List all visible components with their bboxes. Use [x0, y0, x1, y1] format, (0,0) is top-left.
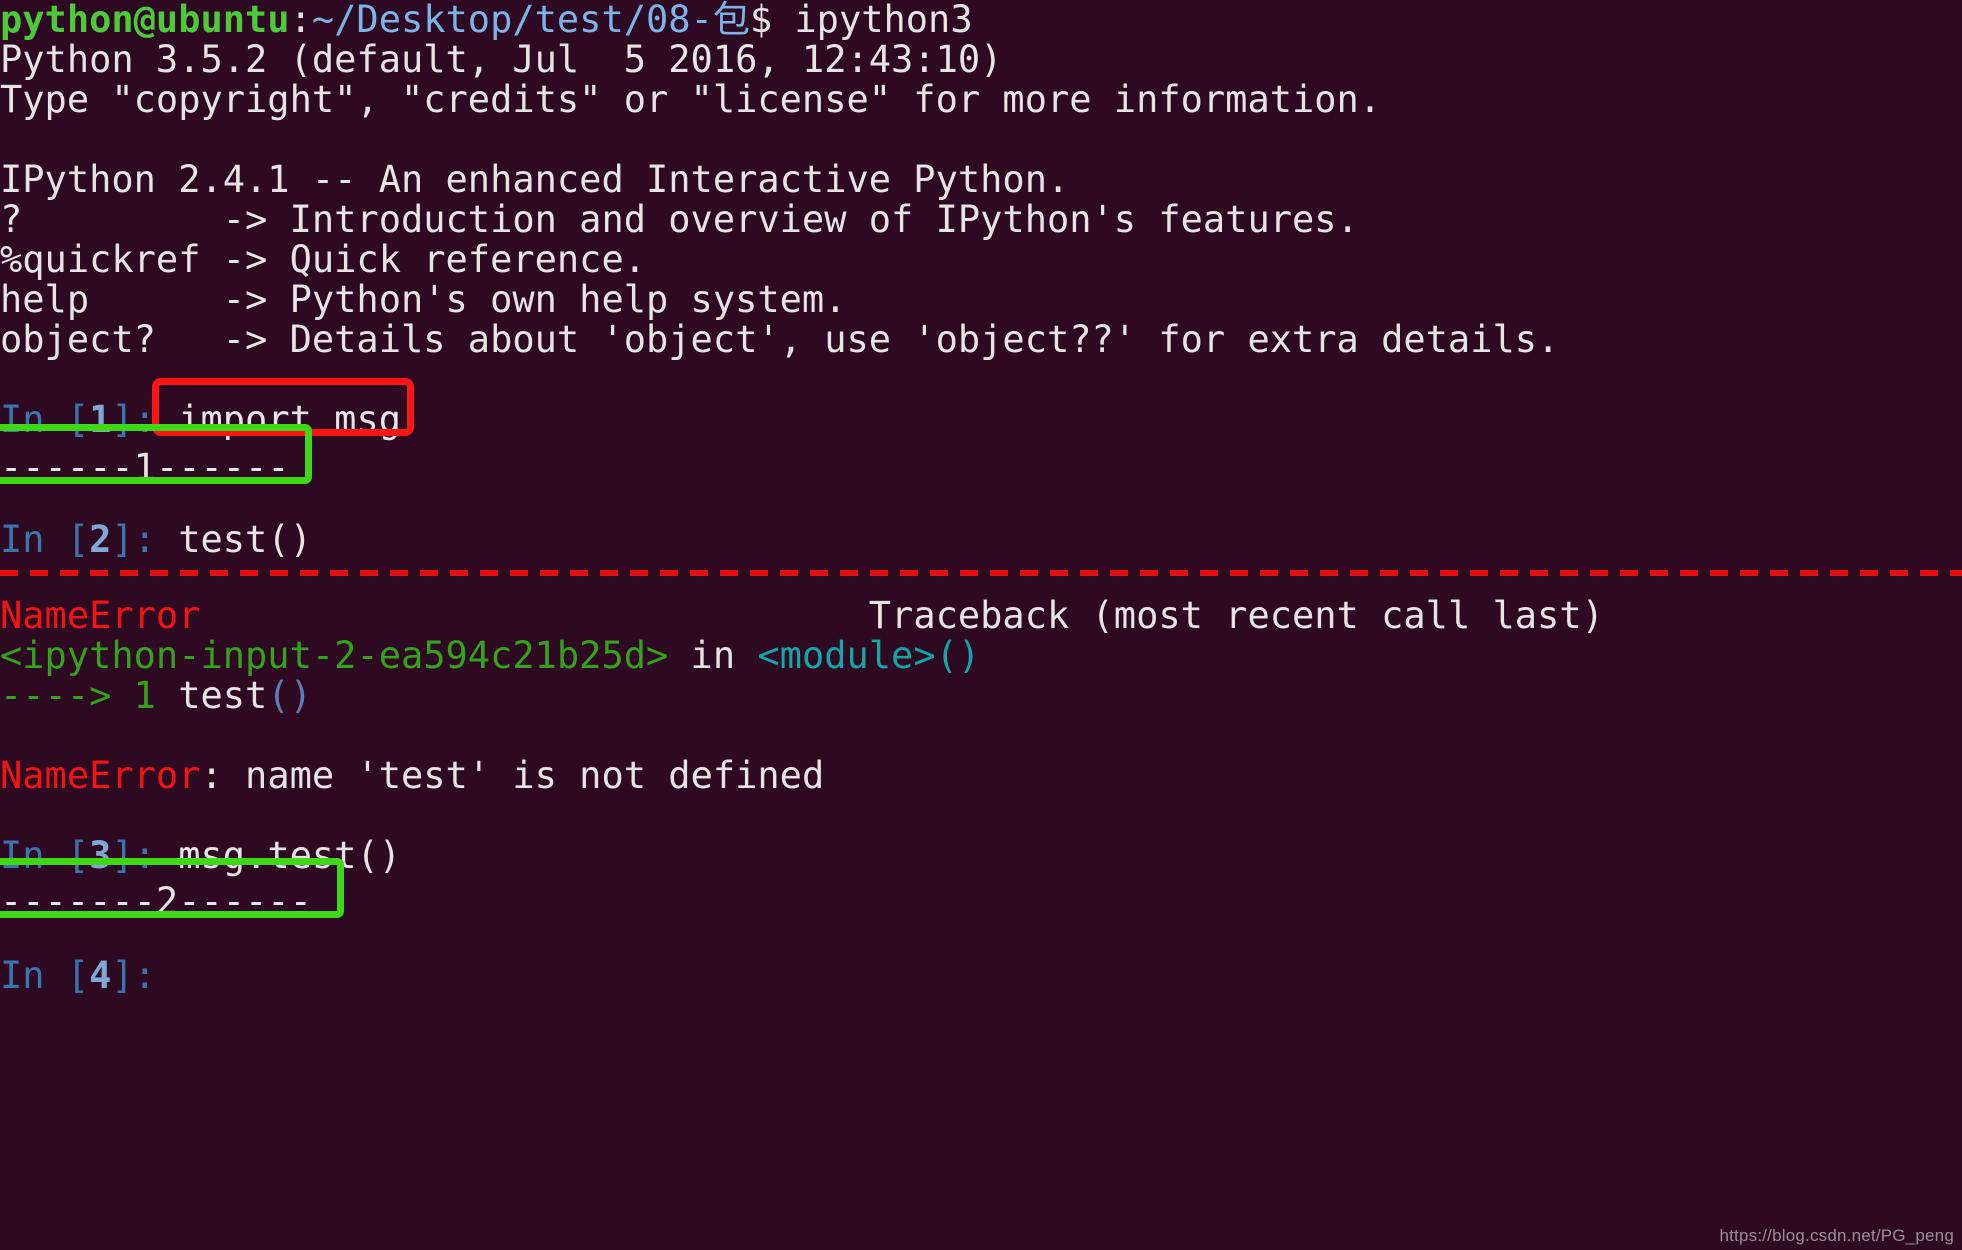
- banner-line-object: object? -> Details about 'object', use '…: [0, 318, 1560, 361]
- traceback-location-file: <ipython-input-2-ea594c21b25d>: [0, 634, 669, 677]
- traceback-arrow-code: test: [178, 674, 268, 717]
- cell-3-input-line[interactable]: In [3]: msg.test(): [0, 836, 401, 876]
- watermark-url: https://blog.csdn.net/PG_peng: [1719, 1226, 1954, 1245]
- cell-1-input-line[interactable]: In [1]: import msg: [0, 400, 401, 440]
- shell-colon: :: [289, 0, 312, 41]
- cell-2-input-text[interactable]: test(): [156, 518, 312, 561]
- cell-2-input-value: test(): [178, 518, 312, 561]
- traceback-header-right: Traceback (most recent call last): [868, 594, 1604, 637]
- traceback-header-line: NameError Traceback (most recent call la…: [0, 596, 1604, 636]
- cell-2-prompt-number: 2: [89, 518, 112, 561]
- cell-3-input-value: msg.test(): [178, 834, 401, 877]
- shell-path: ~/Desktop/test/08-包: [311, 0, 750, 41]
- cell-2-prompt-in: In: [0, 518, 67, 561]
- cell-1-prompt-in: In: [0, 398, 67, 441]
- traceback-message-text: name 'test' is not defined: [245, 754, 825, 797]
- cell-4-prompt-in: In: [0, 954, 67, 997]
- banner-line-ipython-version: IPython 2.4.1 -- An enhanced Interactive…: [0, 158, 1070, 201]
- traceback-location-scope-parens: (): [935, 634, 981, 677]
- banner-line-quickref: %quickref -> Quick reference.: [0, 238, 647, 281]
- cell-3-input-text[interactable]: msg.test(): [156, 834, 401, 877]
- cell-3-prompt-in: In: [0, 834, 67, 877]
- traceback-message-label: NameError: [0, 754, 201, 797]
- cell-1-output-line: ------1------: [0, 446, 290, 489]
- shell-dollar: $: [749, 0, 773, 41]
- traceback-arrow-parens: (): [267, 674, 312, 717]
- cell-3-prompt-close: ]:: [111, 834, 156, 877]
- shell-command: ipython3: [772, 0, 973, 41]
- cell-4-prompt-number: 4: [89, 954, 112, 997]
- banner-line-python-version: Python 3.5.2 (default, Jul 5 2016, 12:43…: [0, 38, 1003, 81]
- cell-4-input-line[interactable]: In [4]:: [0, 956, 156, 996]
- cell-3-prompt-number: 3: [89, 834, 112, 877]
- banner-line-copyright: Type "copyright", "credits" or "license"…: [0, 78, 1382, 121]
- traceback-location-in: in: [668, 634, 758, 677]
- banner-line-help: help -> Python's own help system.: [0, 278, 847, 321]
- traceback-message-colon: :: [200, 754, 246, 797]
- shell-user-host: python@ubuntu: [0, 0, 290, 41]
- traceback-arrow-line: ----> 1 test(): [0, 676, 312, 716]
- cell-2-prompt-close: ]:: [111, 518, 156, 561]
- cell-4-prompt-close: ]:: [111, 954, 156, 997]
- cell-2-prompt-open: [: [66, 518, 90, 561]
- terminal-window[interactable]: python@ubuntu:~/Desktop/test/08-包$ ipyth…: [0, 0, 1962, 1250]
- traceback-separator: [0, 570, 1962, 576]
- traceback-arrow-marker: ----> 1: [0, 674, 179, 717]
- cell-1-prompt-open: [: [66, 398, 90, 441]
- traceback-blank-line: [0, 716, 22, 756]
- cell-1-prompt-number: 1: [89, 398, 112, 441]
- cell-3-prompt-open: [: [66, 834, 90, 877]
- traceback-message-line: NameError: name 'test' is not defined: [0, 756, 824, 796]
- cell-1-prompt-close: ]:: [111, 398, 156, 441]
- traceback-location-scope: <module>: [757, 634, 936, 677]
- traceback-exception-name: NameError: [0, 594, 201, 637]
- shell-prompt-line: python@ubuntu:~/Desktop/test/08-包$ ipyth…: [0, 0, 973, 40]
- traceback-location-line: <ipython-input-2-ea594c21b25d> in <modul…: [0, 636, 980, 676]
- cell-3-output-line: -------2------: [0, 880, 312, 923]
- cell-2-input-line[interactable]: In [2]: test(): [0, 520, 312, 560]
- cell-1-input-text[interactable]: import msg: [156, 398, 401, 441]
- cell-1-input-value: import msg: [178, 398, 401, 441]
- cell-4-prompt-open: [: [66, 954, 90, 997]
- banner-line-help-question: ? -> Introduction and overview of IPytho…: [0, 198, 1359, 241]
- traceback-header-spacer: [200, 594, 868, 637]
